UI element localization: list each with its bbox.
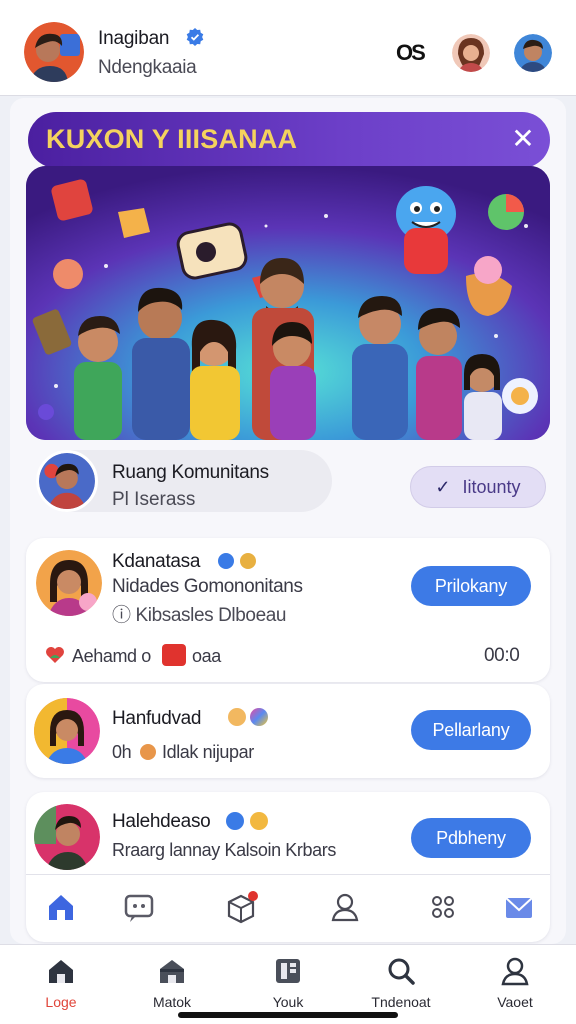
post-meta-text: Kibsasles Dlboeau: [135, 605, 287, 626]
post-card[interactable]: [26, 792, 550, 942]
nav-item-home[interactable]: Loge: [16, 956, 106, 1010]
verified-badge-icon: [226, 812, 244, 830]
chat-icon[interactable]: [122, 890, 156, 924]
nav-item-store[interactable]: Matok: [127, 956, 217, 1010]
home-icon[interactable]: [44, 890, 78, 924]
follow-button-label: Iitounty: [462, 476, 521, 497]
post-action-button[interactable]: Prilokany: [411, 566, 531, 606]
coin-badge-icon: [250, 812, 268, 830]
post-author-name: Hanfudvad: [112, 708, 202, 729]
info-circle-icon: ⓘ: [112, 605, 131, 626]
book-icon: [276, 959, 300, 983]
post-description: Idlak nijupar: [162, 742, 254, 762]
nav-label: Matok: [152, 994, 192, 1010]
post-description: Nidades Gomononitans: [112, 576, 303, 597]
post-description-prefix: 0h: [112, 742, 132, 762]
friend-avatar[interactable]: [514, 34, 552, 72]
check-icon: ✓: [435, 476, 451, 497]
card-divider: [26, 874, 550, 875]
community-avatar[interactable]: [36, 450, 98, 512]
header-subtitle: Ndengkaaia: [98, 57, 197, 78]
header-username: Inagiban: [98, 28, 170, 49]
close-icon[interactable]: ✕: [508, 124, 538, 154]
home-indicator[interactable]: [178, 1012, 398, 1018]
profile-avatar[interactable]: [24, 22, 84, 82]
profile-icon: [501, 957, 529, 986]
profile-icon[interactable]: [328, 890, 362, 924]
nav-label: Loge: [45, 994, 77, 1010]
coin-badge-icon: [240, 553, 256, 569]
header-os-label[interactable]: OS: [396, 40, 426, 66]
post-time: 00:0: [484, 645, 520, 666]
app-header: [0, 0, 576, 96]
post-avatar[interactable]: [34, 804, 100, 870]
post-avatar[interactable]: [34, 698, 100, 764]
color-badge-icon: [250, 708, 268, 726]
box-icon[interactable]: [224, 890, 258, 924]
emoji-badge-icon: [228, 708, 246, 726]
home-icon: [49, 960, 73, 983]
friend-avatar[interactable]: [452, 34, 490, 72]
post-author-name: Kdanatasa: [112, 551, 201, 572]
nav-label: Vaoet: [497, 994, 533, 1010]
nav-item-search[interactable]: Tndenoat: [356, 956, 446, 1010]
nav-label: Tndenoat: [371, 994, 431, 1010]
card-divider: [26, 632, 550, 633]
follow-button[interactable]: ✓ Iitounty: [410, 466, 546, 508]
nav-item-book[interactable]: Youk: [243, 956, 333, 1010]
nav-item-profile[interactable]: Vaoet: [470, 956, 560, 1010]
post-reactions-text: Aehamd o: [72, 646, 151, 666]
post-meta: ⓘ Kibsasles Dlboeau: [112, 600, 286, 627]
verified-badge-icon: [218, 553, 234, 569]
post-comments-text: oaa: [192, 646, 221, 666]
comment-icon[interactable]: [162, 644, 186, 666]
heart-icon[interactable]: [44, 644, 66, 666]
post-description: Rraarg lannay Kalsoin Krbars: [112, 840, 336, 860]
flower-icon: [140, 744, 156, 760]
banner-title: KUXON Y IIISANAA: [46, 124, 298, 154]
nav-label: Youk: [272, 994, 304, 1010]
community-title: Ruang Komunitans: [112, 462, 269, 483]
community-subtitle: Pl Iserass: [112, 489, 196, 510]
post-action-button[interactable]: Pdbheny: [411, 818, 531, 858]
verified-badge-icon: [186, 28, 204, 46]
post-avatar[interactable]: [36, 550, 102, 616]
mail-icon[interactable]: [502, 890, 536, 924]
hero-illustration[interactable]: [26, 166, 550, 440]
store-icon: [160, 960, 184, 983]
post-author-name: Halehdeaso: [112, 811, 211, 832]
settings-icon[interactable]: [426, 890, 460, 924]
search-icon: [388, 958, 415, 985]
post-action-button[interactable]: Pellarlany: [411, 710, 531, 750]
